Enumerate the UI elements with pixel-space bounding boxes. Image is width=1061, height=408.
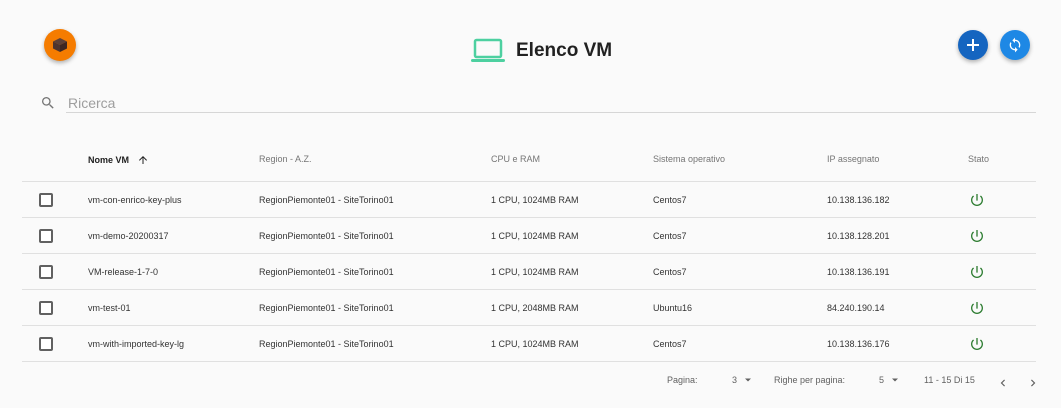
rows-per-page-label: Righe per pagina: [774,375,846,385]
vm-name: VM-release-1-7-0 [88,267,159,277]
vm-region: RegionPiemonte01 - SiteTorino01 [259,195,394,205]
pagination-range: 11 - 15 Di 15 [924,375,975,385]
row-checkbox[interactable] [39,193,53,207]
power-icon[interactable] [969,300,985,316]
column-header-cpu-ram[interactable]: CPU e RAM [491,154,540,164]
vm-cpu-ram: 1 CPU, 1024MB RAM [491,195,579,205]
page-header: Elenco VM [470,37,612,65]
table-row[interactable]: vm-con-enrico-key-plus RegionPiemonte01 … [22,182,1036,218]
vm-cpu-ram: 1 CPU, 1024MB RAM [491,339,579,349]
vm-ip: 10.138.128.201 [827,231,890,241]
vm-ip: 10.138.136.176 [827,339,890,349]
column-header-ip[interactable]: IP assegnato [827,154,879,164]
column-label: CPU e RAM [491,154,541,164]
column-header-stato[interactable]: Stato [968,154,989,164]
power-icon[interactable] [969,228,985,244]
power-icon[interactable] [969,192,985,208]
add-vm-button[interactable] [958,30,988,60]
row-checkbox[interactable] [39,337,53,351]
row-checkbox[interactable] [39,265,53,279]
page-label: Pagina: [667,375,698,385]
vm-region: RegionPiemonte01 - SiteTorino01 [259,339,394,349]
column-label: IP assegnato [827,154,880,164]
dropdown-icon [745,378,752,382]
table-row[interactable]: VM-release-1-7-0 RegionPiemonte01 - Site… [22,254,1036,290]
vm-name: vm-demo-20200317 [88,231,169,241]
refresh-button[interactable] [1000,30,1030,60]
row-checkbox[interactable] [39,301,53,315]
laptop-icon [471,38,505,62]
vm-name: vm-test-01 [88,303,131,313]
vm-region: RegionPiemonte01 - SiteTorino01 [259,267,394,277]
vm-os: Centos7 [653,339,687,349]
vm-ip: 10.138.136.191 [827,267,890,277]
vm-ip: 10.138.136.182 [827,195,890,205]
column-header-nome-vm[interactable]: Nome VM [88,154,149,166]
chevron-left-icon[interactable] [996,376,1010,390]
table-row[interactable]: vm-test-01 RegionPiemonte01 - SiteTorino… [22,290,1036,326]
rows-per-page-value: 5 [879,375,885,385]
dropdown-icon [892,378,899,382]
app-logo-icon [53,38,67,52]
vm-os: Centos7 [653,231,687,241]
vm-os: Centos7 [653,267,687,277]
arrow-up-icon [139,156,148,164]
vm-cpu-ram: 1 CPU, 1024MB RAM [491,231,579,241]
search-icon [42,97,54,109]
vm-ip: 84.240.190.14 [827,303,885,313]
vm-table: Nome VM Region - A.Z. CPU e RAM Sistema … [22,145,1036,362]
vm-cpu-ram: 1 CPU, 1024MB RAM [491,267,579,277]
chevron-right-icon[interactable] [1026,376,1040,390]
vm-name: vm-con-enrico-key-plus [88,195,182,205]
power-icon[interactable] [969,336,985,352]
page-value: 3 [732,375,738,385]
table-row[interactable]: vm-with-imported-key-lg RegionPiemonte01… [22,326,1036,362]
row-checkbox[interactable] [39,229,53,243]
column-label: Region - A.Z. [259,154,312,164]
vm-region: RegionPiemonte01 - SiteTorino01 [259,231,394,241]
page-title: Elenco VM [516,40,613,61]
column-header-region[interactable]: Region - A.Z. [259,154,312,164]
plus-icon [967,39,979,51]
table-header: Nome VM Region - A.Z. CPU e RAM Sistema … [22,145,1036,182]
column-header-os[interactable]: Sistema operativo [653,154,725,164]
rows-per-page-select[interactable]: 5 [879,375,900,385]
column-label: Nome VM [88,155,130,165]
app-logo[interactable] [44,29,76,61]
refresh-icon [1009,37,1021,53]
column-label: Sistema operativo [653,154,726,164]
vm-cpu-ram: 1 CPU, 2048MB RAM [491,303,579,313]
vm-region: RegionPiemonte01 - SiteTorino01 [259,303,394,313]
vm-os: Centos7 [653,195,687,205]
search-bar [40,93,1036,113]
power-icon[interactable] [969,264,985,280]
table-row[interactable]: vm-demo-20200317 RegionPiemonte01 - Site… [22,218,1036,254]
column-label: Stato [968,154,990,164]
vm-os: Ubuntu16 [653,303,693,313]
page-select[interactable]: 3 [732,375,753,385]
vm-name: vm-with-imported-key-lg [88,339,185,349]
search-input[interactable] [66,93,1036,113]
